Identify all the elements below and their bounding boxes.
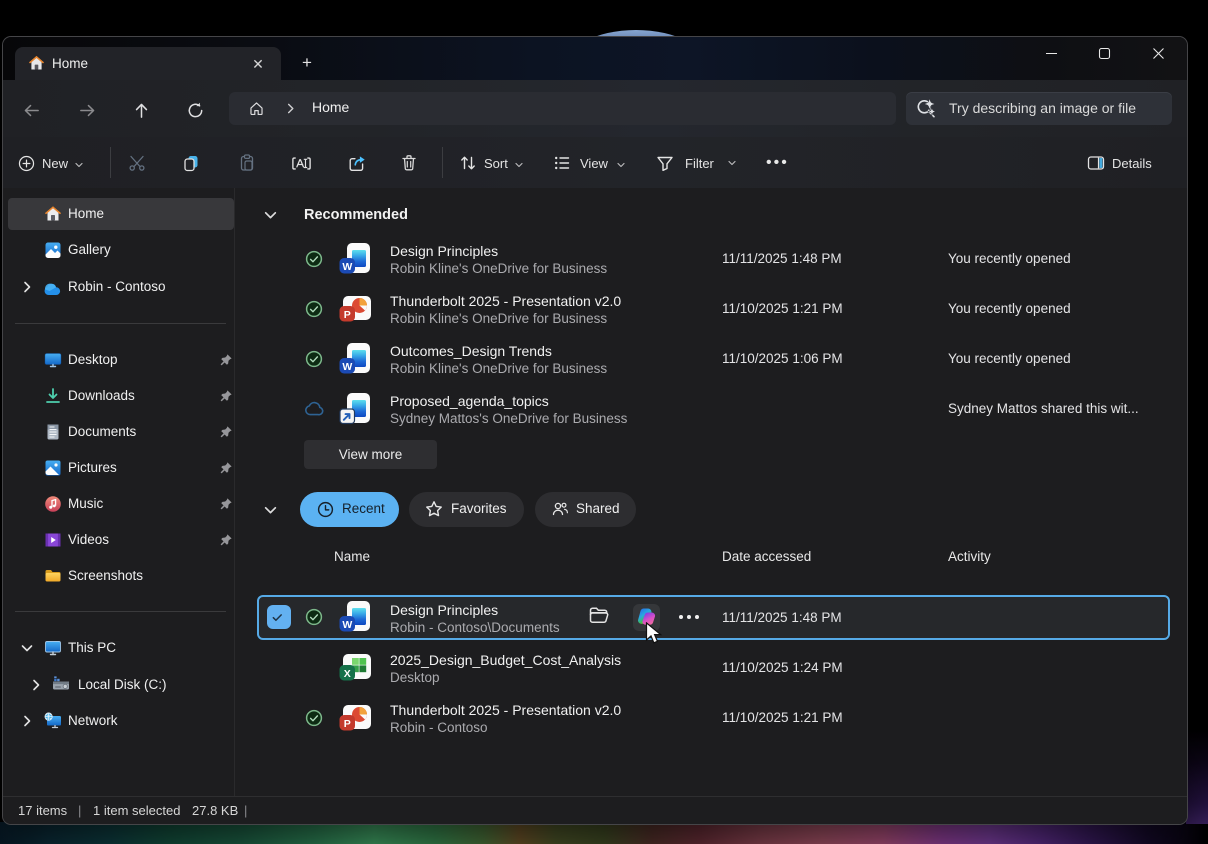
svg-text:X: X [344, 668, 351, 680]
svg-text:W: W [342, 619, 352, 631]
svg-text:W: W [342, 261, 352, 273]
svg-text:W: W [342, 361, 352, 373]
svg-text:P: P [344, 718, 351, 730]
svg-text:P: P [344, 309, 351, 321]
